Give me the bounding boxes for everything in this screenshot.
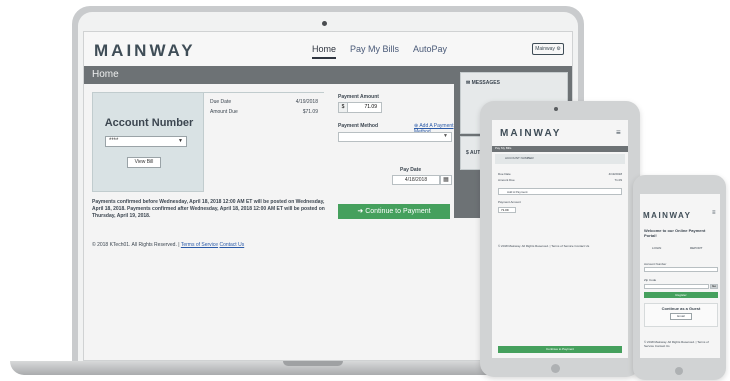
- phone-guest-title: Continue as a Guest: [661, 306, 701, 311]
- tablet-continue-button[interactable]: Continue to Payment: [498, 346, 622, 353]
- main-nav: Home Pay My Bills AutoPay: [312, 44, 447, 59]
- phone-go-button[interactable]: Go: [710, 284, 718, 289]
- phone-account-input[interactable]: [644, 267, 718, 272]
- account-number-title: Account Number: [104, 117, 194, 129]
- payment-amount-input[interactable]: $ 71.09: [338, 102, 382, 113]
- payment-method-select[interactable]: ▼: [338, 132, 452, 142]
- tablet-payment-amount-label: Payment Amount: [498, 200, 521, 204]
- phone-home-button: [675, 367, 683, 375]
- payment-amount-label: Payment Amount: [338, 94, 379, 100]
- phone-logo: MAINWAY: [643, 211, 692, 220]
- calendar-icon[interactable]: ▦: [440, 175, 452, 185]
- pay-date-label: Pay Date: [400, 167, 422, 173]
- phone-screen: MAINWAY ≡ Welcome to our Online Payment …: [640, 194, 720, 358]
- account-select-value: ****: [109, 138, 119, 144]
- tablet-screen: MAINWAY ≡ Pay My Bills ACCOUNT NUMBER Du…: [492, 120, 628, 358]
- laptop-base-notch: [283, 361, 343, 366]
- amount-due-value: $71.09: [302, 109, 318, 115]
- payment-panel: Payment Amount $ 71.09 Payment Method ⊕ …: [332, 92, 456, 192]
- due-panel: Due Date 4/19/2018 Amount Due $71.09: [204, 92, 324, 192]
- laptop-camera: [322, 21, 327, 26]
- tablet-due-date-row: Due Date 4/19/2018: [498, 172, 622, 176]
- phone-email-button[interactable]: Email: [670, 313, 692, 320]
- hamburger-menu-icon[interactable]: ≡: [616, 128, 621, 137]
- nav-pay-my-bills[interactable]: Pay My Bills: [350, 44, 399, 59]
- arrow-circle-icon: ➜: [357, 208, 364, 215]
- view-bill-button[interactable]: View Bill: [127, 157, 161, 168]
- dollar-refresh-icon: $: [466, 150, 469, 156]
- phone-tab-report[interactable]: REPORT: [690, 246, 702, 250]
- tablet-logo: MAINWAY: [500, 128, 562, 139]
- amount-due-label: Amount Due: [210, 109, 238, 115]
- account-select[interactable]: **** ▼: [105, 136, 187, 147]
- continue-to-payment-button[interactable]: ➜ Continue to Payment: [338, 204, 450, 219]
- tablet-home-button: [551, 364, 560, 373]
- copyright: © 2018 KTech01. All Rights Reserved. |: [92, 242, 180, 248]
- continue-label: Continue to Payment: [365, 208, 431, 215]
- tablet-account-label: ACCOUNT NUMBER: [505, 156, 534, 160]
- page-title-bar: Home: [84, 66, 454, 84]
- tablet-title-bar: Pay My Bills: [492, 146, 628, 152]
- phone-tab-login[interactable]: LOGIN: [652, 246, 661, 250]
- phone-zip-input[interactable]: [644, 284, 709, 289]
- footer: © 2018 KTech01. All Rights Reserved. | T…: [92, 242, 244, 248]
- tablet-footer: © 2018 Mainway. All Rights Reserved. | T…: [498, 244, 590, 248]
- payment-method-label: Payment Method: [338, 123, 379, 129]
- tablet-camera: [554, 107, 558, 111]
- due-date-row: Due Date 4/19/2018: [210, 99, 318, 105]
- tablet-add-payment-button[interactable]: Add A Payment: [498, 188, 622, 195]
- tablet-amount-due-row: Amount Due 71.09: [498, 178, 622, 182]
- chevron-down-icon: ▼: [178, 138, 183, 144]
- tablet-due-date-label: Due Date: [498, 172, 511, 176]
- tablet-amount-due-label: Amount Due: [498, 178, 515, 182]
- due-date-label: Due Date: [210, 99, 232, 105]
- tablet-account-row[interactable]: ACCOUNT NUMBER: [495, 154, 625, 164]
- currency-symbol: $: [339, 103, 348, 112]
- payment-notice: Payments confirmed before Wednesday, Apr…: [92, 199, 325, 219]
- phone-account-label: Account Number: [644, 262, 667, 266]
- user-menu-label: Mainway: [535, 46, 555, 52]
- nav-home[interactable]: Home: [312, 44, 337, 59]
- due-date-value: 4/19/2018: [295, 99, 318, 105]
- user-menu-button[interactable]: Mainway ⚙: [532, 43, 564, 55]
- phone-footer: © 2018 Mainway. All Rights Reserved. | T…: [644, 340, 709, 348]
- hamburger-menu-icon[interactable]: ≡: [712, 210, 716, 216]
- messages-label: MESSAGES: [471, 80, 500, 86]
- device-mockup-stage: MAINWAY Home Pay My Bills AutoPay Mainwa…: [0, 0, 730, 381]
- chevron-down-icon: ▼: [443, 133, 448, 139]
- tablet-amount-input[interactable]: 71.09: [498, 207, 516, 213]
- tablet-due-date-value: 4/19/2018: [608, 172, 622, 176]
- phone-register-button[interactable]: Register: [644, 292, 718, 298]
- messages-title: ✉ MESSAGES: [466, 80, 500, 86]
- envelope-icon: ✉: [466, 80, 471, 86]
- phone-welcome-text: Welcome to our Online Payment Portal!: [644, 228, 706, 238]
- phone-zip-label: Zip Code: [644, 278, 657, 282]
- account-panel: Account Number **** ▼ View Bill: [92, 92, 204, 192]
- gear-icon: ⚙: [556, 46, 561, 52]
- logo: MAINWAY: [94, 41, 196, 60]
- contact-link[interactable]: Contact Us: [219, 242, 244, 248]
- amount-due-row: Amount Due $71.09: [210, 109, 318, 115]
- tablet-bar-title: Pay My Bills: [495, 146, 512, 150]
- nav-autopay[interactable]: AutoPay: [413, 44, 447, 59]
- page-title: Home: [92, 69, 119, 80]
- tablet-amount-due-value: 71.09: [614, 178, 622, 182]
- payment-amount-value: 71.09: [364, 104, 377, 110]
- terms-link[interactable]: Terms of Service: [181, 242, 218, 248]
- pay-date-input[interactable]: 4/18/2018: [392, 175, 440, 185]
- header: MAINWAY Home Pay My Bills AutoPay Mainwa…: [84, 32, 572, 66]
